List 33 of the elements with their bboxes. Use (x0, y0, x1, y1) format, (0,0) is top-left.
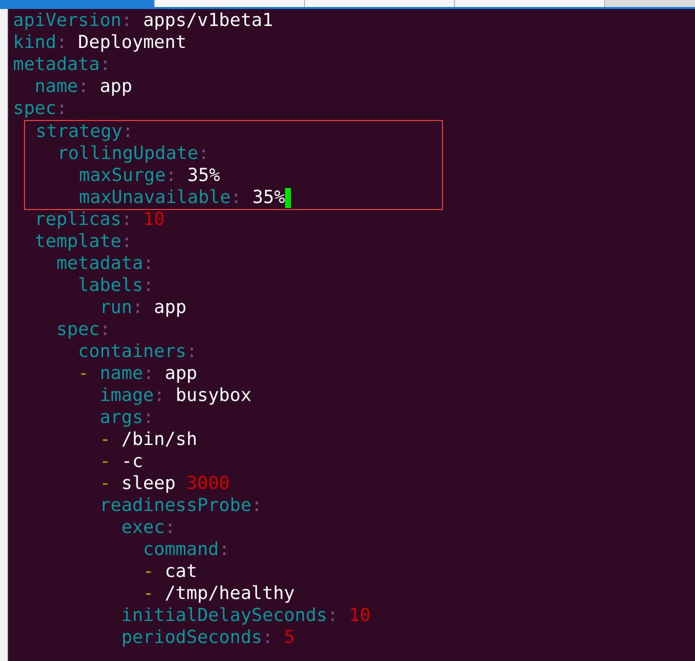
code-line: maxUnavailable: 35% (79, 187, 285, 209)
code-line: initialDelaySeconds: 10 (121, 605, 371, 627)
code-line: - -c (100, 451, 144, 473)
code-line: rollingUpdate: (57, 143, 210, 165)
window-tab[interactable] (0, 0, 155, 7)
window-tab[interactable] (155, 0, 305, 7)
code-line: readinessProbe: (100, 495, 262, 517)
window-tab[interactable] (305, 0, 455, 7)
code-line: spec: (56, 319, 111, 341)
code-line: name: app (34, 76, 132, 98)
code-line: spec: (13, 98, 68, 120)
code-line: exec: (121, 517, 176, 539)
code-line: replicas: 10 (34, 209, 165, 231)
code-line: apiVersion: apps/v1beta1 (13, 10, 274, 32)
code-line: - cat (143, 561, 198, 583)
code-line: metadata: (56, 253, 154, 275)
window-tab[interactable] (455, 0, 605, 7)
code-line: - /bin/sh (100, 429, 198, 451)
code-line: - sleep 3000 (100, 473, 230, 495)
code-line: - name: app (78, 363, 198, 385)
code-line: - /tmp/healthy (143, 583, 295, 605)
code-line: strategy: (36, 121, 134, 143)
code-line: args: (100, 407, 154, 429)
code-line: containers: (78, 341, 198, 363)
code-line: template: (34, 231, 132, 253)
code-line: image: busybox (100, 385, 252, 407)
code-line: maxSurge: 35% (79, 165, 220, 187)
code-line: run: app (100, 297, 186, 319)
code-line: command: (143, 539, 230, 561)
code-line: labels: (78, 275, 154, 297)
code-line: kind: Deployment (13, 32, 186, 54)
code-line: periodSeconds: 5 (121, 627, 295, 649)
code-line: metadata: (13, 54, 111, 76)
